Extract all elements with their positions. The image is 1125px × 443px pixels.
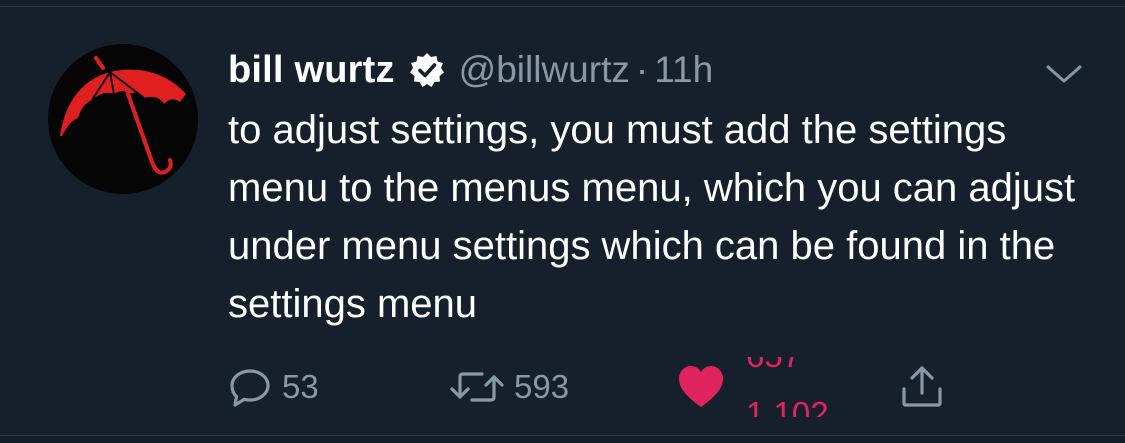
like-count-current: 1,102 (746, 395, 829, 417)
retweet-count: 593 (514, 368, 570, 405)
tweet-actions: 53 593 657 1,102 (226, 357, 986, 417)
share-button[interactable] (898, 357, 946, 417)
umbrella-avatar-image (48, 44, 198, 194)
verified-badge-icon (409, 52, 445, 88)
like-button[interactable]: 657 1,102 (676, 357, 852, 417)
reply-count: 53 (282, 368, 319, 405)
tweet-timestamp[interactable]: 11h (654, 49, 713, 91)
like-count-ticker: 657 1,102 (742, 357, 852, 417)
avatar[interactable] (48, 44, 198, 194)
retweet-button[interactable]: 593 (448, 357, 569, 417)
header-separator: · (635, 49, 649, 90)
author-name[interactable]: bill wurtz (228, 49, 395, 92)
tweet-text: to adjust settings, you must add the set… (228, 108, 1076, 326)
author-handle[interactable]: @billwurtz (459, 49, 630, 91)
reply-button[interactable]: 53 (226, 357, 319, 417)
like-count-previous: 657 (746, 357, 801, 375)
reply-icon (226, 363, 274, 411)
tweet-card[interactable]: bill wurtz @billwurtz · 11h to adjust se… (0, 7, 1125, 435)
tweet-header: bill wurtz @billwurtz · 11h (228, 45, 713, 95)
heart-icon (676, 362, 726, 412)
share-icon (898, 363, 946, 411)
retweet-icon (448, 363, 506, 411)
top-divider (0, 0, 1125, 7)
chevron-down-icon[interactable] (1044, 59, 1084, 89)
